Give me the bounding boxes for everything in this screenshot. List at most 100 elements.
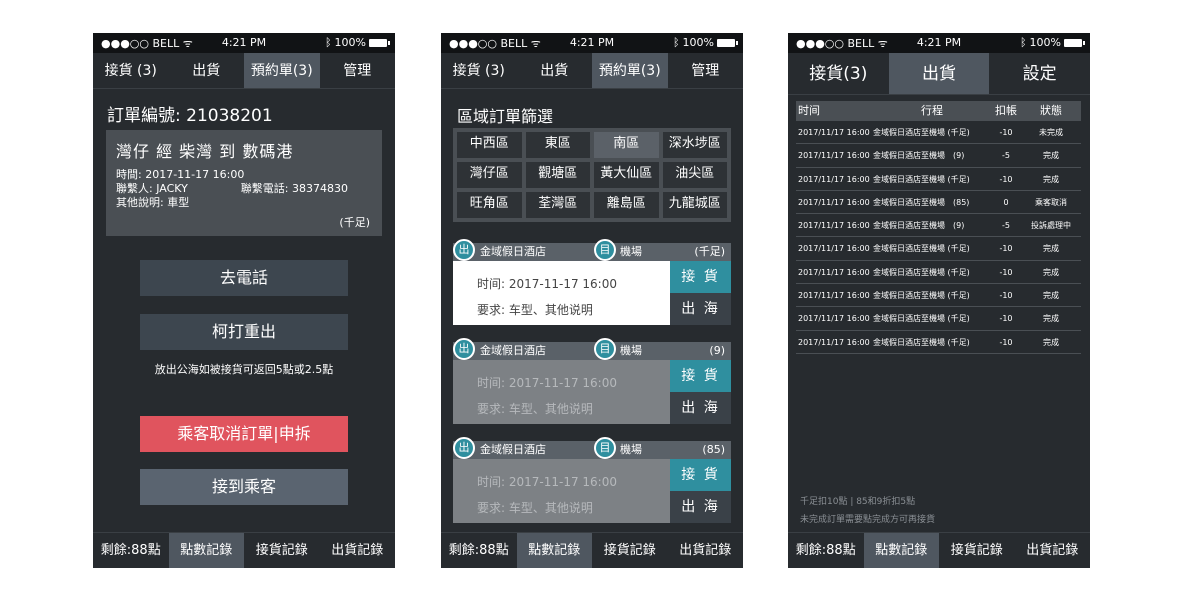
order-route: 灣仔 經 柴灣 到 數碼港 bbox=[116, 142, 294, 161]
release-hint: 放出公海如被接貨可返回5點或2.5點 bbox=[154, 363, 334, 376]
passenger-picked-button[interactable]: 接到乘客 bbox=[140, 469, 348, 505]
battery-icon bbox=[1064, 38, 1085, 47]
area-chip[interactable]: 深水埗區 bbox=[662, 132, 727, 158]
phone-screen-points-log: ●●●○○ BELL ᯤ 4:21 PM ᛒ 100% 接貨(3) 出貨 設定 时… bbox=[788, 33, 1090, 568]
redial-button[interactable]: 柯打重出 bbox=[140, 314, 348, 350]
accept-button[interactable]: 接 貨 bbox=[670, 261, 731, 293]
order-card-header: 金域假日酒店 機場 (85) bbox=[453, 441, 731, 459]
col-time: 时间 bbox=[798, 104, 820, 117]
area-chip[interactable]: 黃大仙區 bbox=[594, 162, 659, 188]
tab-ship-log[interactable]: 出貨記錄 bbox=[1015, 533, 1091, 568]
order-other: 其他說明: 車型 bbox=[116, 196, 190, 209]
tab-reservations[interactable]: 預約單(3) bbox=[592, 53, 668, 88]
departure-icon: 出 bbox=[453, 437, 475, 459]
area-chip[interactable]: 九龍城區 bbox=[662, 192, 727, 218]
tab-pickup-log[interactable]: 接貨記錄 bbox=[592, 533, 668, 568]
order-requirements: 要求: 车型、其他说明 bbox=[477, 501, 593, 515]
table-row[interactable]: 2017/11/17 16:00 金域假日酒店至機場 (千足) -10 完成 bbox=[796, 307, 1081, 331]
status-bar: ●●●○○ BELL ᯤ 4:21 PM ᛒ 100% bbox=[93, 33, 395, 53]
points-rules-note: 千足扣10點 | 85和9折扣5點 未完成訂單需要點完成方可再接貨 bbox=[800, 493, 935, 529]
order-card-header: 金域假日酒店 機場 (9) bbox=[453, 342, 731, 360]
order-tag: (85) bbox=[702, 443, 725, 456]
tab-pickup[interactable]: 接貨 (3) bbox=[441, 53, 517, 88]
filter-title: 區域訂單篩選 bbox=[457, 107, 554, 126]
order-to: 機場 bbox=[620, 245, 642, 258]
col-trip: 行程 bbox=[921, 104, 943, 117]
tab-pickup-log[interactable]: 接貨記錄 bbox=[939, 533, 1015, 568]
area-chip[interactable]: 灣仔區 bbox=[457, 162, 522, 188]
status-bar: ●●●○○ BELL ᯤ 4:21 PM ᛒ 100% bbox=[441, 33, 743, 53]
rules-line-1: 千足扣10點 | 85和9折扣5點 bbox=[800, 497, 916, 507]
tab-manage[interactable]: 管理 bbox=[320, 53, 396, 88]
area-chip[interactable]: 荃灣區 bbox=[525, 192, 590, 218]
area-chip[interactable]: 油尖區 bbox=[662, 162, 727, 188]
order-requirements: 要求: 车型、其他说明 bbox=[477, 402, 593, 416]
order-to: 機場 bbox=[620, 443, 642, 456]
order-time: 時間: 2017-11-17 16:00 bbox=[116, 168, 245, 181]
tab-ship[interactable]: 出貨 bbox=[169, 53, 245, 88]
tab-ship[interactable]: 出貨 bbox=[517, 53, 593, 88]
order-from: 金域假日酒店 bbox=[480, 344, 546, 357]
order-card-body[interactable]: 时间: 2017-11-17 16:00 要求: 车型、其他说明 bbox=[453, 360, 670, 424]
area-chip[interactable]: 離島區 bbox=[594, 192, 659, 218]
release-button[interactable]: 出 海 bbox=[670, 392, 731, 424]
order-card: 金域假日酒店 機場 (85) 出 目 时间: 2017-11-17 16:00 … bbox=[453, 437, 731, 529]
order-card-body[interactable]: 时间: 2017-11-17 16:00 要求: 车型、其他说明 bbox=[453, 459, 670, 523]
remaining-points: 剩餘:88點 bbox=[795, 543, 856, 558]
tab-pickup-log[interactable]: 接貨記錄 bbox=[244, 533, 320, 568]
table-row[interactable]: 2017/11/17 16:00 金域假日酒店至機場 (千足) -10 完成 bbox=[796, 284, 1081, 308]
battery-percent: 100% bbox=[334, 36, 366, 49]
release-button[interactable]: 出 海 bbox=[670, 491, 731, 523]
area-chip[interactable]: 觀塘區 bbox=[525, 162, 590, 188]
tab-ship[interactable]: 出貨 bbox=[888, 53, 990, 94]
table-row[interactable]: 2017/11/17 16:00 金域假日酒店至機場 (千足) -10 完成 bbox=[796, 331, 1081, 354]
tab-ship-log[interactable]: 出貨記錄 bbox=[320, 533, 396, 568]
order-tag: (千足) bbox=[339, 216, 370, 229]
points-table: 时间 行程 扣帳 狀態 2017/11/17 16:00 金域假日酒店至機場 (千… bbox=[796, 101, 1081, 354]
table-row[interactable]: 2017/11/17 16:00 金域假日酒店至機場 (千足) -10 完成 bbox=[796, 237, 1081, 261]
tab-points-log[interactable]: 點數記錄 bbox=[516, 533, 592, 568]
tab-settings[interactable]: 設定 bbox=[989, 53, 1090, 94]
battery-icon bbox=[369, 38, 390, 47]
tab-pickup[interactable]: 接貨(3) bbox=[788, 53, 889, 94]
area-chip[interactable]: 中西區 bbox=[457, 132, 522, 158]
tab-ship-log[interactable]: 出貨記錄 bbox=[668, 533, 744, 568]
top-tabs: 接貨 (3) 出貨 預約單(3) 管理 bbox=[93, 53, 395, 89]
order-tag: (9) bbox=[709, 344, 725, 357]
table-row[interactable]: 2017/11/17 16:00 金域假日酒店至機場 (9) -5 投訴處理中 bbox=[796, 214, 1081, 238]
order-card-body[interactable]: 时间: 2017-11-17 16:00 要求: 车型、其他说明 bbox=[453, 261, 670, 325]
accept-button[interactable]: 接 貨 bbox=[670, 360, 731, 392]
rules-line-2: 未完成訂單需要點完成方可再接貨 bbox=[800, 515, 936, 525]
status-bar: ●●●○○ BELL ᯤ 4:21 PM ᛒ 100% bbox=[788, 33, 1090, 53]
tab-points-log[interactable]: 點數記錄 bbox=[168, 533, 244, 568]
table-row[interactable]: 2017/11/17 16:00 金域假日酒店至機場 (85) 0 乘客取消 bbox=[796, 191, 1081, 215]
order-time: 时间: 2017-11-17 16:00 bbox=[477, 376, 617, 390]
tab-reservations[interactable]: 預約單(3) bbox=[244, 53, 320, 88]
phone-screen-order-detail: ●●●○○ BELL ᯤ 4:21 PM ᛒ 100% 接貨 (3) 出貨 預約單… bbox=[93, 33, 395, 568]
order-card-header: 金域假日酒店 機場 (千足) bbox=[453, 243, 731, 261]
bottom-bar: 剩餘:88點 點數記錄 接貨記錄 出貨記錄 bbox=[788, 532, 1090, 568]
order-card: 灣仔 經 柴灣 到 數碼港 時間: 2017-11-17 16:00 聯繫人: … bbox=[106, 130, 382, 236]
table-header: 时间 行程 扣帳 狀態 bbox=[796, 101, 1081, 121]
call-button[interactable]: 去電話 bbox=[140, 260, 348, 296]
order-tag: (千足) bbox=[694, 245, 725, 258]
accept-button[interactable]: 接 貨 bbox=[670, 459, 731, 491]
order-number: 訂單編號: 21038201 bbox=[107, 106, 273, 126]
departure-icon: 出 bbox=[453, 239, 475, 261]
release-button[interactable]: 出 海 bbox=[670, 293, 731, 325]
col-deduction: 扣帳 bbox=[995, 104, 1017, 117]
order-from: 金域假日酒店 bbox=[480, 245, 546, 258]
area-chip-selected[interactable]: 南區 bbox=[594, 132, 659, 158]
table-row[interactable]: 2017/11/17 16:00 金域假日酒店至機場 (千足) -10 完成 bbox=[796, 261, 1081, 285]
tab-manage[interactable]: 管理 bbox=[668, 53, 744, 88]
area-chip[interactable]: 東區 bbox=[525, 132, 590, 158]
area-grid: 中西區 東區 南區 深水埗區 灣仔區 觀塘區 黃大仙區 油尖區 旺角區 荃灣區 … bbox=[453, 128, 731, 222]
table-row[interactable]: 2017/11/17 16:00 金域假日酒店至機場 (千足) -10 完成 bbox=[796, 168, 1081, 191]
table-row[interactable]: 2017/11/17 16:00 金域假日酒店至機場 (千足) -10 未完成 bbox=[796, 121, 1081, 145]
table-row[interactable]: 2017/11/17 16:00 金域假日酒店至機場 (9) -5 完成 bbox=[796, 144, 1081, 168]
col-status: 狀態 bbox=[1040, 104, 1062, 117]
tab-pickup[interactable]: 接貨 (3) bbox=[93, 53, 169, 88]
cancel-order-button[interactable]: 乘客取消訂單|申拆 bbox=[140, 416, 348, 452]
area-chip[interactable]: 旺角區 bbox=[457, 192, 522, 218]
tab-points-log[interactable]: 點數記錄 bbox=[863, 533, 939, 568]
